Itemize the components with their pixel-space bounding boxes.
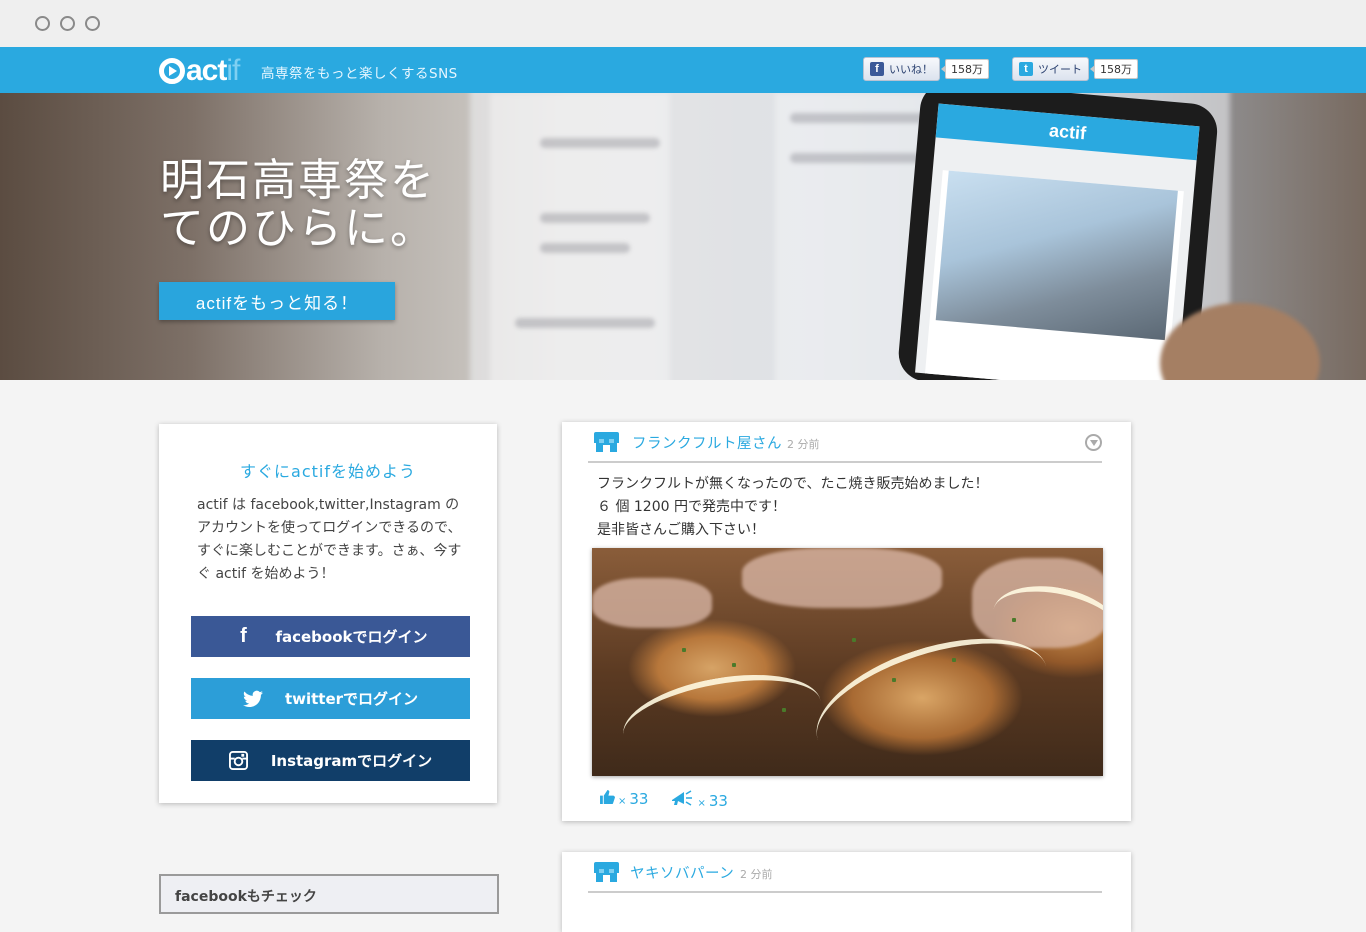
window-chrome [0,0,1366,47]
phone-post-card [924,170,1184,380]
photo-flake [732,663,736,667]
window-minimize-dot[interactable] [60,16,75,31]
photo-flake [892,678,896,682]
hero-banner: actif 明石高専祭を てのひらに。 actifをもっと知る！ [0,93,1366,380]
site-header: actif 高専祭をもっと楽しくするSNS f いいね！ 158万 t ツイート… [0,47,1366,93]
facebook-like-widget: f いいね！ 158万 [863,57,989,81]
get-started-description: actif は facebook,twitter,Instagram のアカウン… [197,497,462,582]
facebook-like-button[interactable]: f いいね！ [863,57,940,81]
post-card: ヤキソバパーン 2 分前 [562,852,1131,932]
post-body-line: ６ 個 1200 円で発売中です！ [597,499,786,515]
photo-flake [952,658,956,662]
cheer-action[interactable]: × 33 [672,790,728,810]
cheer-multiplier: × [697,798,706,809]
hero-title-line: てのひらに。 [160,203,436,254]
like-label: いいね！ [889,63,933,76]
post-body-line: 是非皆さんご購入下さい！ [597,522,765,538]
twitter-icon: t [1019,62,1033,76]
thumbs-up-icon [600,790,615,808]
facebook-icon: f [870,62,884,76]
phone-post-photo [935,170,1178,341]
post-header: ヤキソバパーン 2 分前 [588,852,1102,893]
megaphone-icon [672,790,694,810]
post-time: 2 分前 [740,868,773,881]
photo-flake [782,708,786,712]
hero-feed-column [490,93,670,380]
photo-flake [852,638,856,642]
facebook-check-title: facebookもチェック [175,889,317,905]
tweet-widget: t ツイート 158万 [1012,57,1138,81]
logo-mark-icon [159,58,185,84]
photo-topping [742,548,942,608]
post-actions: × 33 × 33 [600,790,728,810]
tweet-label: ツイート [1038,63,1082,76]
site-tagline: 高専祭をもっと楽しくするSNS [261,66,458,82]
chevron-down-icon[interactable] [1085,434,1102,451]
shop-icon [594,432,619,452]
facebook-login-label: facebookでログイン [275,628,428,646]
photo-mayo [616,661,828,775]
phone-screen: actif [915,103,1200,380]
twitter-icon [242,689,263,709]
post-body-line: フランクフルトが無くなったので、たこ焼き販売始めました！ [597,476,989,492]
window-close-dot[interactable] [35,16,50,31]
tweet-button[interactable]: t ツイート [1012,57,1089,81]
window-maximize-dot[interactable] [85,16,100,31]
instagram-icon [229,751,249,771]
like-action[interactable]: × 33 [600,790,648,810]
photo-flake [682,648,686,652]
like-count: 33 [629,790,649,808]
post-header: フランクフルト屋さん 2 分前 [588,422,1102,463]
like-multiplier: × [618,796,627,807]
twitter-login-button[interactable]: twitterでログイン [191,678,470,719]
hero-title-line: 明石高専祭を [160,155,436,206]
facebook-check-box: facebookもチェック [159,874,499,914]
hero-feed-line [540,243,630,253]
post-card: フランクフルト屋さん 2 分前 フランクフルトが無くなったので、たこ焼き販売始め… [562,422,1131,821]
photo-topping [592,578,712,628]
phone-app-bar: actif [935,103,1200,161]
twitter-login-label: twitterでログイン [284,690,419,708]
cheer-count: 33 [708,792,728,810]
actif-logo[interactable]: actif [159,54,240,87]
photo-flake [1012,618,1016,622]
post-author[interactable]: ヤキソバパーン [630,862,734,883]
post-author[interactable]: フランクフルト屋さん [632,432,782,453]
learn-more-button[interactable]: actifをもっと知る！ [159,282,395,320]
hero-feed-line [790,113,940,123]
get-started-card: すぐにactifを始めよう actif は facebook,twitter,I… [159,424,497,803]
hero-feed-line [540,213,650,223]
logo-text: actif [186,54,240,87]
instagram-login-button[interactable]: Instagramでログイン [191,740,470,781]
instagram-login-label: Instagramでログイン [270,752,433,770]
get-started-title: すぐにactifを始めよう [240,462,416,481]
facebook-icon: f [240,625,247,647]
shop-icon [594,862,619,882]
like-count: 158万 [941,59,989,79]
tweet-count: 158万 [1090,59,1138,79]
hero-feed-line [540,138,660,148]
post-photo[interactable] [592,548,1103,776]
post-time: 2 分前 [787,438,820,451]
post-body: フランクフルトが無くなったので、たこ焼き販売始めました！ ６ 個 1200 円で… [597,473,1097,542]
hero-title: 明石高専祭を てのひらに。 [160,157,436,253]
facebook-login-button[interactable]: f facebookでログイン [191,616,470,657]
hero-feed-line [515,318,655,328]
hero-feed-line [790,153,930,163]
